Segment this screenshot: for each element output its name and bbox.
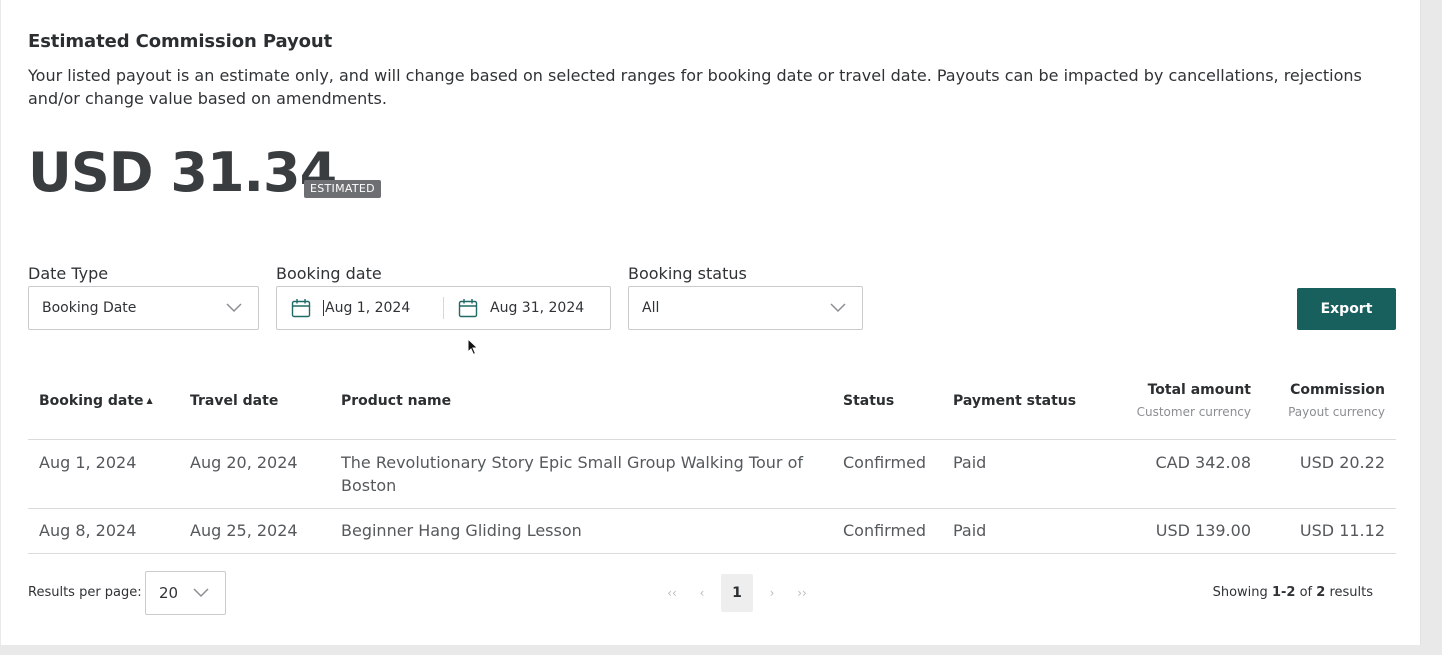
travel-date-cell: Aug 20, 2024 [190,453,298,472]
col-commission-sub: Payout currency [1288,405,1385,419]
chevron-down-icon [830,303,846,313]
col-status[interactable]: Status [843,393,894,409]
previous-page-icon[interactable]: ‹ [687,586,717,600]
payout-description: Your listed payout is an estimate only, … [28,66,1362,108]
calendar-icon [458,299,478,318]
payment-status-cell: Paid [953,453,987,472]
booking-date-range: Aug 1, 2024 Aug 31, 2024 [276,286,611,330]
date-type-value: Booking Date [42,300,137,316]
col-total-amount[interactable]: Total amount [1148,382,1251,398]
sort-ascending-icon: ▲ [146,396,153,405]
end-date-input[interactable]: Aug 31, 2024 [444,287,584,329]
current-page-button[interactable]: 1 [721,574,753,612]
total-amount-cell: USD 139.00 [1155,521,1251,540]
booking-status-value: All [642,300,660,316]
col-product-name[interactable]: Product name [341,393,451,409]
page-title: Estimated Commission Payout [28,31,333,52]
results-per-page-value: 20 [159,584,179,602]
status-cell: Confirmed [843,453,927,472]
date-type-select[interactable]: Booking Date [28,286,259,330]
start-date-value: Aug 1, 2024 [323,300,411,316]
commission-card: Estimated Commission Payout Your listed … [0,0,1421,645]
next-page-icon[interactable]: › [757,586,787,600]
table-header: Booking date ▲ Travel date Product name S… [28,372,1396,440]
col-travel-date[interactable]: Travel date [190,393,278,409]
start-date-input[interactable]: Aug 1, 2024 [277,287,443,329]
date-type-label: Date Type [28,264,109,283]
end-date-value: Aug 31, 2024 [490,300,585,316]
chevron-down-icon [226,303,242,313]
col-total-amount-sub: Customer currency [1136,405,1251,419]
estimated-badge: ESTIMATED [304,180,381,198]
travel-date-cell: Aug 25, 2024 [190,521,298,540]
results-per-page-select[interactable]: 20 [145,571,226,615]
booking-date-label: Booking date [276,264,382,283]
payout-amount: USD 31.34 [28,141,337,204]
commission-cell: USD 20.22 [1299,453,1385,472]
total-amount-cell: CAD 342.08 [1155,453,1251,472]
results-summary: Showing 1-2 of 2 results [1212,585,1373,600]
chevron-down-icon [193,588,209,598]
col-payment-status[interactable]: Payment status [953,393,1076,409]
first-page-icon[interactable]: ‹‹ [657,586,687,600]
commission-cell: USD 11.12 [1299,521,1385,540]
col-booking-date[interactable]: Booking date ▲ [39,393,153,409]
booking-date-cell: Aug 1, 2024 [39,453,137,472]
booking-status-label: Booking status [628,264,747,283]
last-page-icon[interactable]: ›› [787,586,817,600]
mouse-cursor-icon [467,338,479,356]
booking-date-cell: Aug 8, 2024 [39,521,137,540]
results-per-page-label: Results per page: [28,585,142,600]
calendar-icon [291,299,311,318]
export-button[interactable]: Export [1297,288,1396,330]
col-commission[interactable]: Commission [1290,382,1385,398]
status-cell: Confirmed [843,521,927,540]
booking-status-select[interactable]: All [628,286,863,330]
product-name-cell: The Revolutionary Story Epic Small Group… [341,453,803,495]
payment-status-cell: Paid [953,521,987,540]
product-name-cell: Beginner Hang Gliding Lesson [341,521,582,540]
table-row[interactable]: Aug 1, 2024 Aug 20, 2024 The Revolutiona… [28,440,1396,509]
table-row[interactable]: Aug 8, 2024 Aug 25, 2024 Beginner Hang G… [28,509,1396,554]
pagination: ‹‹ ‹ 1 › ›› [657,574,817,612]
